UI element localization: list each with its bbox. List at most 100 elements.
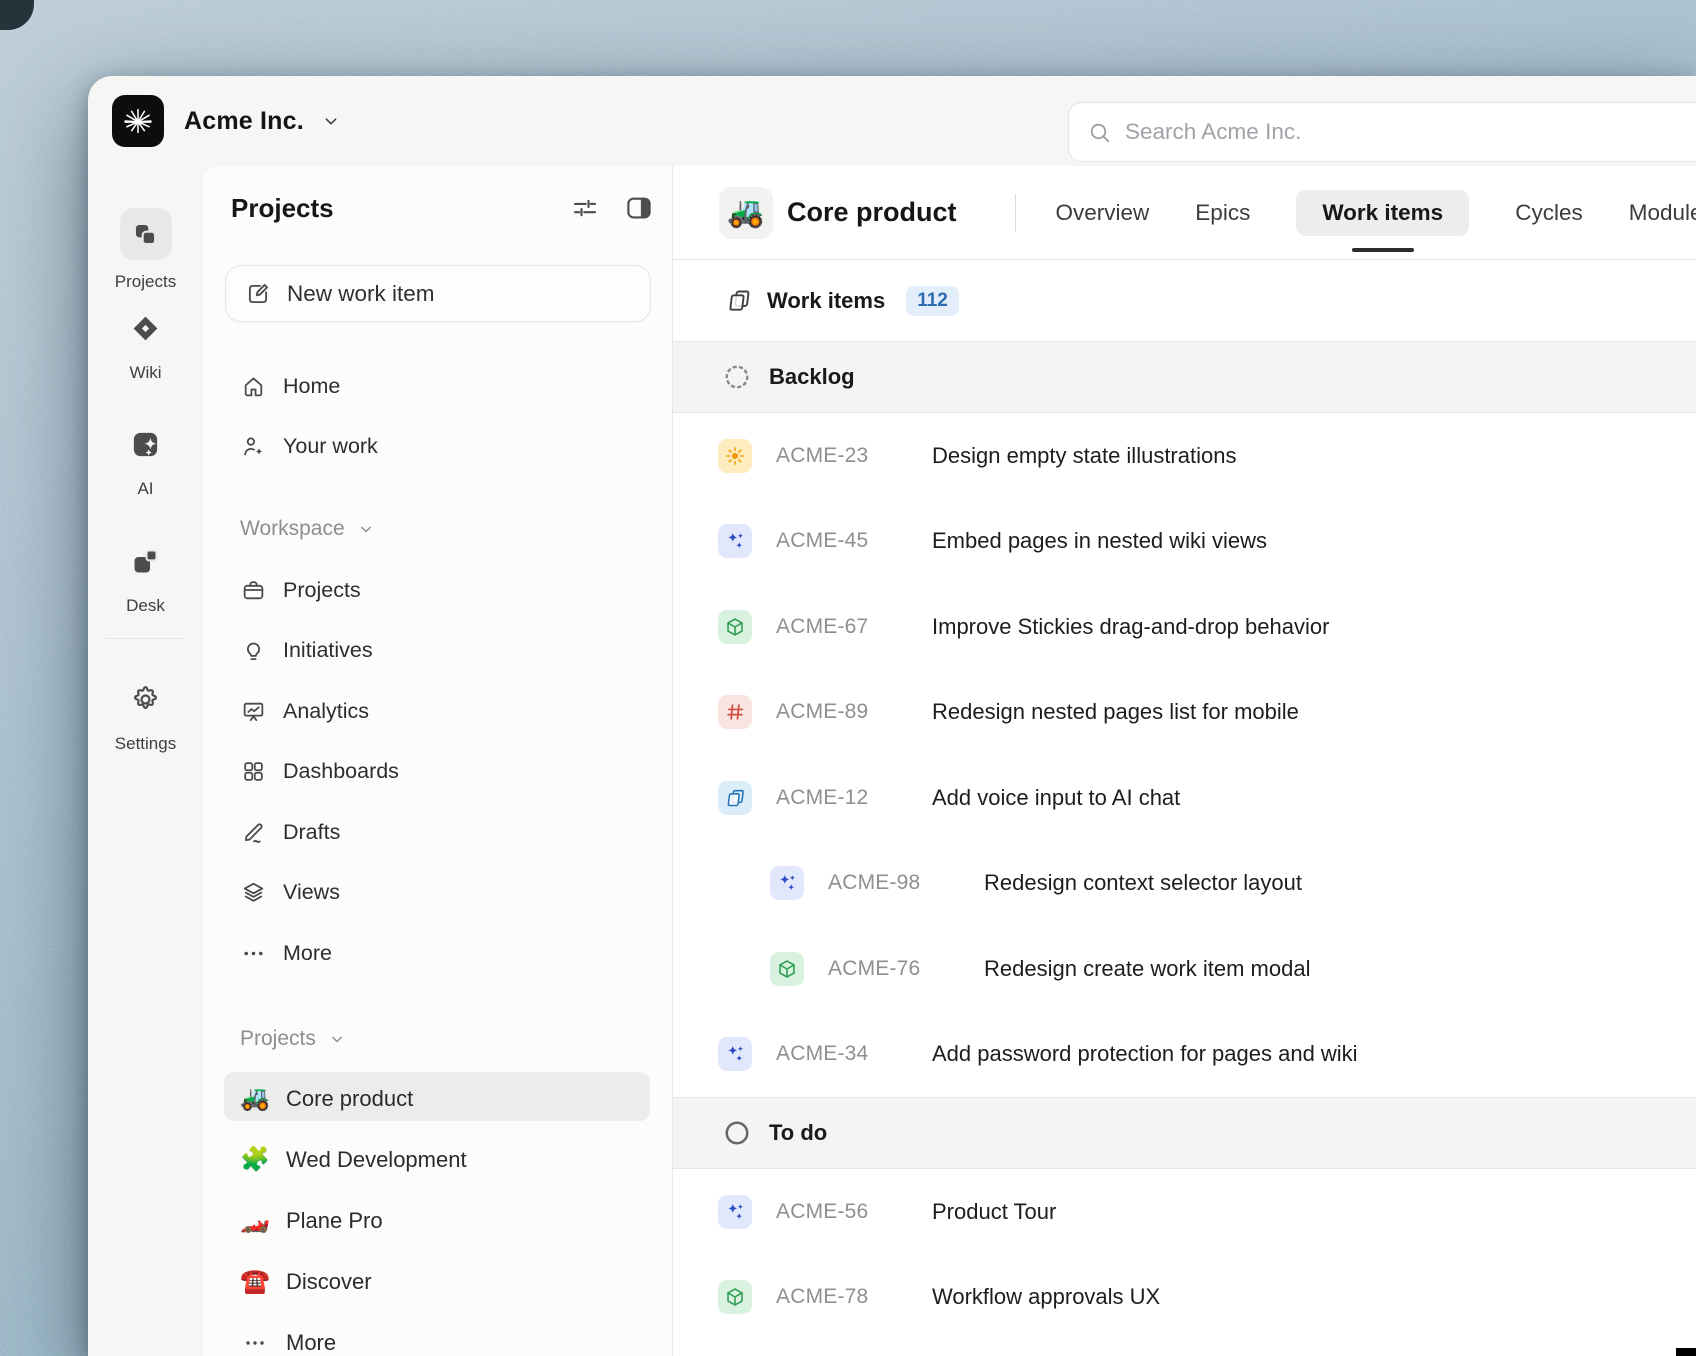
work-item-row-acme-12[interactable]: ACME-12 Add voice input to AI chat [673,755,1696,841]
sidebar-nav: Home Your work [203,356,672,476]
rail-item-settings[interactable]: Settings [88,682,203,754]
sidebar-item-analytics[interactable]: Analytics [203,681,672,742]
sidebar-item-drafts[interactable]: Drafts [203,802,672,863]
chevron-down-icon[interactable] [320,110,342,132]
project-item-discover[interactable]: ☎️ Discover [203,1251,672,1312]
tab-overview[interactable]: Overview [1056,190,1150,236]
header-divider [1014,193,1016,232]
work-item-row-acme-23[interactable]: ACME-23 Design empty state illustrations [673,413,1696,499]
workspace-name[interactable]: Acme Inc. [184,107,304,136]
sidebar-item-projects[interactable]: Projects [203,560,672,621]
rail-item-projects[interactable]: Projects [88,208,203,292]
rail-item-ai[interactable]: AI [88,427,203,499]
sparkles-icon [718,1037,752,1072]
ai-icon [130,427,161,461]
tab-cycles[interactable]: Cycles [1515,190,1583,236]
rail-item-label: AI [137,479,154,498]
nav-label: Home [283,373,341,398]
chevron-down-icon [327,1029,347,1049]
presentation-chart-icon [240,699,266,724]
projects-section-header[interactable]: Projects [240,1022,347,1056]
work-item-row-acme-34[interactable]: ACME-34 Add password protection for page… [673,1012,1696,1098]
work-item-id: ACME-78 [776,1285,869,1309]
rail-item-desk[interactable]: Desk [88,544,203,616]
sliders-icon [570,193,600,223]
work-items-count-badge: 112 [906,285,959,316]
project-item-core-product[interactable]: 🚜 Core product [203,1068,672,1129]
work-item-id: ACME-67 [776,614,869,638]
work-item-id: ACME-45 [776,529,869,553]
sidebar-item-dashboards[interactable]: Dashboards [203,742,672,803]
sidebar-item-views[interactable]: Views [203,863,672,924]
todo-circle-icon [722,1118,752,1148]
sidebar-nav-item-home[interactable]: Home [203,356,672,416]
item-label: Drafts [283,819,341,844]
work-item-id: ACME-98 [828,871,921,895]
tab-modules[interactable]: Modules [1629,190,1696,236]
main-panel: 🚜 Core product Overview Epics Work items Cy… [673,166,1696,1356]
rail-item-label: Desk [126,596,165,615]
work-item-row-acme-98[interactable]: ACME-98 Redesign context selector layout [673,841,1696,927]
project-label: Wed Development [286,1146,467,1172]
work-item-title: Embed pages in nested wiki views [932,528,1268,554]
tab-label: Cycles [1515,199,1583,225]
window-edge-artifact [1676,1348,1696,1356]
pen-icon [240,820,266,845]
work-item-row-acme-76[interactable]: ACME-76 Redesign create work item modal [673,926,1696,1012]
search-input[interactable] [1125,119,1696,145]
display-filters-button[interactable] [570,193,600,223]
search-icon [1087,120,1112,145]
group-header-to-do[interactable]: To do [673,1097,1696,1169]
project-item-more[interactable]: More [203,1312,672,1356]
work-item-row-acme-56[interactable]: ACME-56 Product Tour [673,1169,1696,1255]
work-items-stack-icon [725,287,752,314]
new-work-item-button[interactable]: New work item [225,265,651,322]
work-item-id: ACME-34 [776,1042,869,1066]
workspace-section-header[interactable]: Workspace [240,512,376,546]
sidebar-item-more[interactable]: More [203,923,672,984]
work-item-title: Workflow approvals UX [932,1284,1161,1310]
briefcase-icon [240,578,266,603]
sidebar-nav-item-your-work[interactable]: Your work [203,416,672,476]
home-icon [240,374,266,399]
work-item-id: ACME-89 [776,700,869,724]
projects-rail-icon [119,208,172,260]
project-item-wed-development[interactable]: 🧩 Wed Development [203,1129,672,1190]
toggle-panel-button[interactable] [624,193,654,223]
project-label: More [286,1329,337,1355]
group-header-backlog[interactable]: Backlog [673,341,1696,413]
project-item-plane-pro[interactable]: 🏎️ Plane Pro [203,1190,672,1251]
tab-label: Overview [1055,199,1150,225]
work-item-row-acme-78[interactable]: ACME-78 Workflow approvals UX [673,1255,1696,1341]
ellipsis-icon [240,1331,270,1355]
rail-item-wiki[interactable]: Wiki [88,311,203,383]
project-emoji-icon: ☎️ [240,1268,270,1295]
work-item-id: ACME-56 [776,1199,869,1223]
layers-icon [240,880,266,905]
item-label: More [283,940,332,965]
projects-section-items: 🚜 Core product 🧩 Wed Development 🏎️ Plan… [203,1068,672,1356]
app-window: Acme Inc. Projects Wiki AI Desk Settings [88,76,1696,1356]
wiki-icon [130,311,161,345]
work-item-list: Backlog ACME-23 Design empty state illus… [673,341,1696,1356]
sidebar-item-initiatives[interactable]: Initiatives [203,621,672,682]
lightbulb-icon [240,638,266,663]
rail-item-label: Settings [114,734,177,753]
chevron-down-icon [356,519,376,539]
new-work-item-icon [245,281,271,307]
work-item-row-acme-67[interactable]: ACME-67 Improve Stickies drag-and-drop b… [673,584,1696,670]
search-bar[interactable] [1068,102,1696,162]
tab-work-items[interactable]: Work items [1296,189,1470,236]
tab-epics[interactable]: Epics [1195,190,1250,236]
project-emoji-chip: 🚜 [719,186,773,239]
work-items-stack-icon [718,780,752,815]
rail-item-label: Wiki [129,363,162,382]
work-item-row-acme-45[interactable]: ACME-45 Embed pages in nested wiki views [673,499,1696,585]
rail-item-label: Projects [114,272,177,291]
workspace-logo[interactable] [112,95,164,147]
item-label: Initiatives [283,638,373,663]
sidebar-header: Projects [231,188,654,228]
work-item-row-acme-89[interactable]: ACME-89 Redesign nested pages list for m… [673,670,1696,756]
nav-label: Your work [283,433,378,458]
gear-icon [130,682,161,716]
